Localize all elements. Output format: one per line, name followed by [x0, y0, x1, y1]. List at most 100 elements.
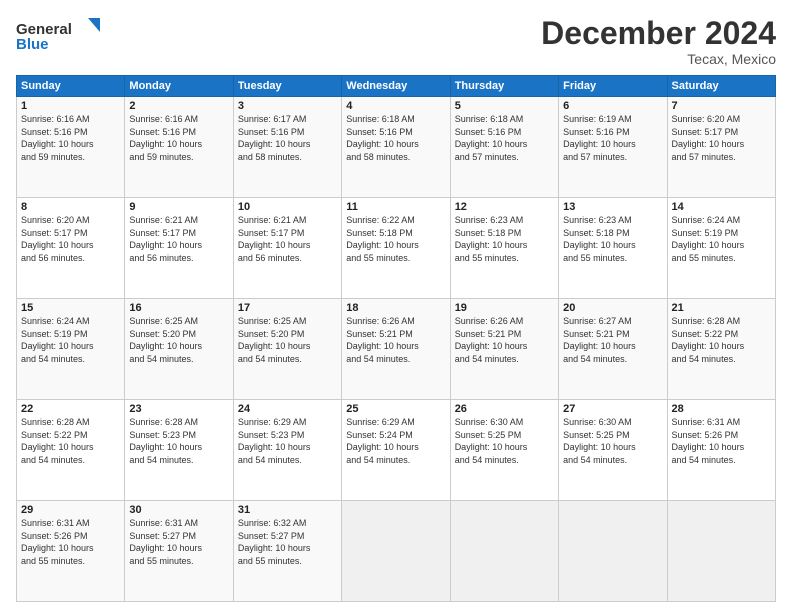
day-number: 27 [563, 403, 662, 415]
day-info: Sunrise: 6:21 AMSunset: 5:17 PMDaylight:… [238, 215, 311, 263]
col-friday: Friday [559, 76, 667, 97]
day-number: 10 [238, 201, 337, 213]
day-info: Sunrise: 6:24 AMSunset: 5:19 PMDaylight:… [672, 215, 745, 263]
table-row: 12Sunrise: 6:23 AMSunset: 5:18 PMDayligh… [450, 198, 558, 299]
col-tuesday: Tuesday [233, 76, 341, 97]
day-info: Sunrise: 6:30 AMSunset: 5:25 PMDaylight:… [455, 417, 528, 465]
col-monday: Monday [125, 76, 233, 97]
table-row [559, 501, 667, 602]
table-row: 28 Sunrise: 6:31 AMSunset: 5:26 PMDayligh… [667, 400, 775, 501]
day-number: 25 [346, 403, 445, 415]
day-number: 28 [672, 403, 771, 415]
day-number: 6 [563, 100, 662, 112]
day-info: Sunrise: 6:20 AMSunset: 5:17 PMDaylight:… [21, 215, 94, 263]
table-row: 30 Sunrise: 6:31 AMSunset: 5:27 PMDayligh… [125, 501, 233, 602]
table-row: 2Sunrise: 6:16 AMSunset: 5:16 PMDaylight… [125, 97, 233, 198]
day-number: 12 [455, 201, 554, 213]
day-number: 17 [238, 302, 337, 314]
table-row: 8 Sunrise: 6:20 AMSunset: 5:17 PMDaylight… [17, 198, 125, 299]
day-number: 29 [21, 504, 120, 516]
table-row: 24 Sunrise: 6:29 AMSunset: 5:23 PMDayligh… [233, 400, 341, 501]
table-row: 1Sunrise: 6:16 AMSunset: 5:16 PMDaylight… [17, 97, 125, 198]
day-number: 3 [238, 100, 337, 112]
table-row: 3 Sunrise: 6:17 AMSunset: 5:16 PMDaylight… [233, 97, 341, 198]
day-info: Sunrise: 6:28 AMSunset: 5:22 PMDaylight:… [672, 316, 745, 364]
day-number: 2 [129, 100, 228, 112]
day-number: 19 [455, 302, 554, 314]
day-info: Sunrise: 6:27 AMSunset: 5:21 PMDaylight:… [563, 316, 636, 364]
day-number: 13 [563, 201, 662, 213]
table-row: 14 Sunrise: 6:24 AMSunset: 5:19 PMDayligh… [667, 198, 775, 299]
day-info: Sunrise: 6:29 AMSunset: 5:24 PMDaylight:… [346, 417, 419, 465]
table-row: 15 Sunrise: 6:24 AMSunset: 5:19 PMDayligh… [17, 299, 125, 400]
table-row: 23 Sunrise: 6:28 AMSunset: 5:23 PMDayligh… [125, 400, 233, 501]
day-info: Sunrise: 6:21 AMSunset: 5:17 PMDaylight:… [129, 215, 202, 263]
calendar-week-row: 22 Sunrise: 6:28 AMSunset: 5:22 PMDayligh… [17, 400, 776, 501]
day-number: 24 [238, 403, 337, 415]
table-row [342, 501, 450, 602]
day-info: Sunrise: 6:23 AMSunset: 5:18 PMDaylight:… [563, 215, 636, 263]
day-info: Sunrise: 6:31 AMSunset: 5:26 PMDaylight:… [21, 518, 94, 566]
calendar-week-row: 29 Sunrise: 6:31 AMSunset: 5:26 PMDayligh… [17, 501, 776, 602]
calendar: Sunday Monday Tuesday Wednesday Thursday… [16, 75, 776, 602]
day-info: Sunrise: 6:31 AMSunset: 5:27 PMDaylight:… [129, 518, 202, 566]
day-info: Sunrise: 6:26 AMSunset: 5:21 PMDaylight:… [346, 316, 419, 364]
day-number: 4 [346, 100, 445, 112]
day-number: 30 [129, 504, 228, 516]
day-info: Sunrise: 6:28 AMSunset: 5:22 PMDaylight:… [21, 417, 94, 465]
calendar-week-row: 1Sunrise: 6:16 AMSunset: 5:16 PMDaylight… [17, 97, 776, 198]
logo: General Blue [16, 16, 106, 56]
day-info: Sunrise: 6:17 AMSunset: 5:16 PMDaylight:… [238, 114, 311, 162]
table-row: 27 Sunrise: 6:30 AMSunset: 5:25 PMDayligh… [559, 400, 667, 501]
main-title: December 2024 [541, 16, 776, 51]
svg-text:Blue: Blue [16, 36, 49, 53]
table-row: 13 Sunrise: 6:23 AMSunset: 5:18 PMDayligh… [559, 198, 667, 299]
day-number: 8 [21, 201, 120, 213]
table-row: 16Sunrise: 6:25 AMSunset: 5:20 PMDayligh… [125, 299, 233, 400]
day-number: 1 [21, 100, 120, 112]
day-info: Sunrise: 6:24 AMSunset: 5:19 PMDaylight:… [21, 316, 94, 364]
title-block: December 2024 Tecax, Mexico [541, 16, 776, 67]
day-number: 7 [672, 100, 771, 112]
table-row: 18 Sunrise: 6:26 AMSunset: 5:21 PMDayligh… [342, 299, 450, 400]
table-row: 29 Sunrise: 6:31 AMSunset: 5:26 PMDayligh… [17, 501, 125, 602]
day-info: Sunrise: 6:18 AMSunset: 5:16 PMDaylight:… [346, 114, 419, 162]
col-thursday: Thursday [450, 76, 558, 97]
calendar-week-row: 8 Sunrise: 6:20 AMSunset: 5:17 PMDaylight… [17, 198, 776, 299]
day-info: Sunrise: 6:31 AMSunset: 5:26 PMDaylight:… [672, 417, 745, 465]
day-info: Sunrise: 6:29 AMSunset: 5:23 PMDaylight:… [238, 417, 311, 465]
day-number: 26 [455, 403, 554, 415]
day-number: 31 [238, 504, 337, 516]
subtitle: Tecax, Mexico [541, 51, 776, 67]
day-number: 22 [21, 403, 120, 415]
page: General Blue December 2024 Tecax, Mexico… [0, 0, 792, 612]
calendar-header-row: Sunday Monday Tuesday Wednesday Thursday… [17, 76, 776, 97]
table-row: 4 Sunrise: 6:18 AMSunset: 5:16 PMDaylight… [342, 97, 450, 198]
day-number: 18 [346, 302, 445, 314]
day-info: Sunrise: 6:22 AMSunset: 5:18 PMDaylight:… [346, 215, 419, 263]
day-info: Sunrise: 6:26 AMSunset: 5:21 PMDaylight:… [455, 316, 528, 364]
day-number: 9 [129, 201, 228, 213]
day-info: Sunrise: 6:30 AMSunset: 5:25 PMDaylight:… [563, 417, 636, 465]
day-number: 5 [455, 100, 554, 112]
col-sunday: Sunday [17, 76, 125, 97]
table-row: 21Sunrise: 6:28 AMSunset: 5:22 PMDayligh… [667, 299, 775, 400]
logo-svg: General Blue [16, 16, 106, 56]
day-number: 15 [21, 302, 120, 314]
table-row: 31Sunrise: 6:32 AMSunset: 5:27 PMDayligh… [233, 501, 341, 602]
table-row: 20Sunrise: 6:27 AMSunset: 5:21 PMDayligh… [559, 299, 667, 400]
day-number: 23 [129, 403, 228, 415]
day-info: Sunrise: 6:25 AMSunset: 5:20 PMDaylight:… [238, 316, 311, 364]
table-row: 9 Sunrise: 6:21 AMSunset: 5:17 PMDaylight… [125, 198, 233, 299]
day-info: Sunrise: 6:20 AMSunset: 5:17 PMDaylight:… [672, 114, 745, 162]
day-info: Sunrise: 6:28 AMSunset: 5:23 PMDaylight:… [129, 417, 202, 465]
table-row: 26 Sunrise: 6:30 AMSunset: 5:25 PMDayligh… [450, 400, 558, 501]
day-number: 11 [346, 201, 445, 213]
table-row: 6Sunrise: 6:19 AMSunset: 5:16 PMDaylight… [559, 97, 667, 198]
table-row: 25 Sunrise: 6:29 AMSunset: 5:24 PMDayligh… [342, 400, 450, 501]
table-row: 10 Sunrise: 6:21 AMSunset: 5:17 PMDayligh… [233, 198, 341, 299]
table-row [667, 501, 775, 602]
day-number: 14 [672, 201, 771, 213]
table-row [450, 501, 558, 602]
day-info: Sunrise: 6:18 AMSunset: 5:16 PMDaylight:… [455, 114, 528, 162]
